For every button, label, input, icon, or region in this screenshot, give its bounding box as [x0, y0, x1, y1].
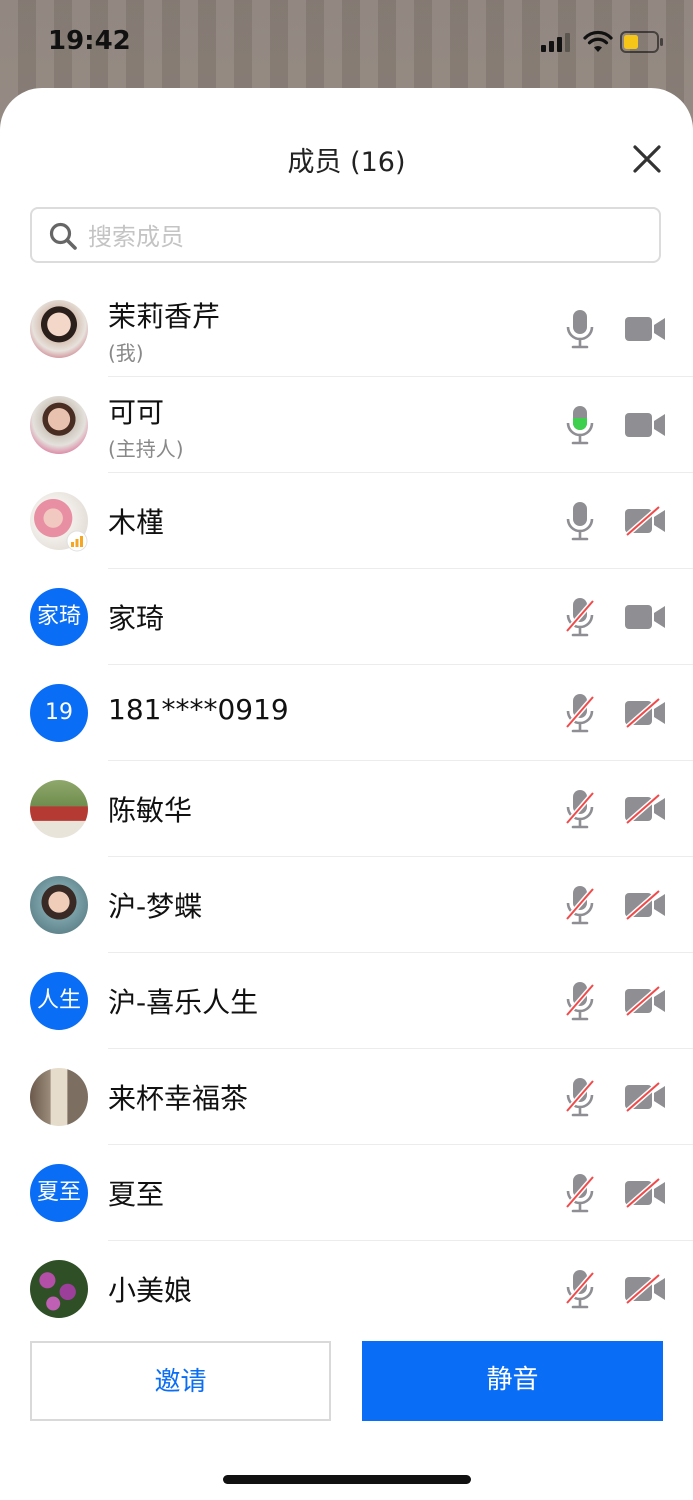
- microphone-off-icon[interactable]: [563, 1269, 597, 1309]
- microphone-off-icon[interactable]: [563, 693, 597, 733]
- member-name: 小美娘: [108, 1274, 193, 1307]
- video-camera-off-icon[interactable]: [624, 1178, 666, 1208]
- member-role: (主持人): [108, 437, 184, 461]
- avatar: [30, 1068, 88, 1126]
- video-camera-off-icon[interactable]: [624, 1274, 666, 1304]
- microphone-off-icon[interactable]: [563, 981, 597, 1021]
- member-name: 沪-喜乐人生: [108, 986, 259, 1019]
- status-bar: 19:42: [0, 0, 693, 88]
- member-list: 茉莉香芹 (我) 可可 (主持人) 木槿 家琦 家琦 19 181****091…: [0, 281, 693, 1337]
- invite-button[interactable]: 邀请: [30, 1341, 331, 1421]
- microphone-off-icon[interactable]: [563, 1077, 597, 1117]
- member-row[interactable]: 夏至 夏至: [0, 1145, 693, 1241]
- video-camera-icon[interactable]: [624, 410, 666, 440]
- video-camera-off-icon[interactable]: [624, 986, 666, 1016]
- video-camera-off-icon[interactable]: [624, 890, 666, 920]
- member-row[interactable]: 19 181****0919: [0, 665, 693, 761]
- avatar: [30, 300, 88, 358]
- member-name: 陈敏华: [108, 794, 193, 827]
- video-camera-icon[interactable]: [624, 314, 666, 344]
- microphone-off-icon[interactable]: [563, 597, 597, 637]
- member-row[interactable]: 小美娘: [0, 1241, 693, 1337]
- member-name: 茉莉香芹: [108, 300, 221, 333]
- member-row[interactable]: 木槿: [0, 473, 693, 569]
- microphone-speaking-icon[interactable]: [563, 405, 597, 445]
- member-row[interactable]: 家琦 家琦: [0, 569, 693, 665]
- member-name: 沪-梦蝶: [108, 890, 203, 923]
- page-title: 成员 (16): [287, 147, 406, 178]
- member-row[interactable]: 沪-梦蝶: [0, 857, 693, 953]
- member-name: 夏至: [108, 1178, 165, 1211]
- avatar: [30, 396, 88, 454]
- member-role: (我): [108, 341, 144, 365]
- member-name: 181****0919: [108, 693, 289, 726]
- video-camera-off-icon[interactable]: [624, 506, 666, 536]
- avatar: 19: [30, 684, 88, 742]
- avatar: [30, 876, 88, 934]
- avatar: [30, 780, 88, 838]
- member-row[interactable]: 来杯幸福茶: [0, 1049, 693, 1145]
- video-camera-off-icon[interactable]: [624, 1082, 666, 1112]
- member-row[interactable]: 茉莉香芹 (我): [0, 281, 693, 377]
- avatar: 家琦: [30, 588, 88, 646]
- mute-all-button[interactable]: 静音: [362, 1341, 663, 1421]
- microphone-off-icon[interactable]: [563, 1173, 597, 1213]
- member-name: 可可: [108, 396, 165, 429]
- search-box[interactable]: [30, 207, 661, 263]
- member-row[interactable]: 陈敏华: [0, 761, 693, 857]
- members-sheet: 成员 (16) 茉莉香芹 (我): [0, 88, 693, 1500]
- microphone-off-icon[interactable]: [563, 885, 597, 925]
- video-camera-off-icon[interactable]: [624, 698, 666, 728]
- microphone-icon[interactable]: [563, 501, 597, 541]
- member-name: 木槿: [108, 506, 165, 539]
- home-indicator: [223, 1475, 471, 1484]
- member-name: 来杯幸福茶: [108, 1082, 249, 1115]
- microphone-icon[interactable]: [563, 309, 597, 349]
- network-quality-icon: [66, 530, 88, 552]
- avatar: 夏至: [30, 1164, 88, 1222]
- member-name: 家琦: [108, 602, 165, 635]
- clock: 19:42: [48, 26, 131, 56]
- member-row[interactable]: 可可 (主持人): [0, 377, 693, 473]
- cellular-signal-icon: [541, 33, 570, 52]
- video-camera-icon[interactable]: [624, 602, 666, 632]
- microphone-off-icon[interactable]: [563, 789, 597, 829]
- search-icon: [49, 222, 77, 250]
- wifi-icon: [583, 30, 613, 52]
- avatar: 人生: [30, 972, 88, 1030]
- video-camera-off-icon[interactable]: [624, 794, 666, 824]
- battery-icon: [620, 31, 663, 53]
- member-row[interactable]: 人生 沪-喜乐人生: [0, 953, 693, 1049]
- search-input[interactable]: [86, 217, 650, 257]
- avatar: [30, 1260, 88, 1318]
- close-icon[interactable]: [630, 142, 664, 176]
